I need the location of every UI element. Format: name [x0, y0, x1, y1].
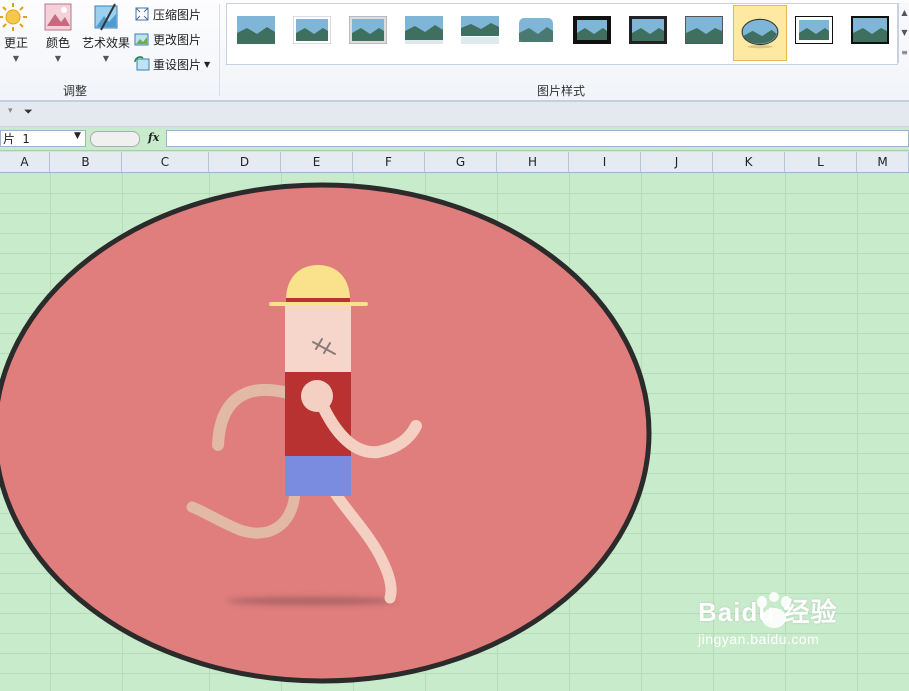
ribbon: 更正 ▼ 颜色 ▼ 艺术效果 ▼ 压缩图片 更改图片 重设图片 ▼ 调整 ▲ ▼… — [0, 0, 909, 102]
formula-bar: 片 1 ▼ fx — [0, 128, 909, 151]
artistic-effects-label: 艺术效果 — [81, 36, 130, 50]
chevron-down-icon: ▼ — [54, 54, 62, 63]
compress-icon — [135, 7, 149, 21]
landscape-thumb-icon — [461, 16, 499, 44]
landscape-thumb-icon — [795, 16, 833, 44]
column-header[interactable]: B — [50, 152, 122, 172]
picture-style-thumb-selected[interactable] — [733, 5, 787, 61]
picture-style-thumb[interactable] — [791, 10, 837, 50]
picture-style-thumb[interactable] — [513, 10, 559, 50]
adjust-group-label: 调整 — [62, 84, 87, 98]
artistic-effects-button[interactable]: 艺术效果 ▼ — [80, 2, 132, 63]
scroll-up-icon[interactable]: ▲ — [899, 3, 909, 23]
artistic-effects-icon — [94, 3, 118, 31]
landscape-thumb-icon — [519, 18, 553, 42]
compress-pictures-button[interactable]: 压缩图片 — [134, 3, 201, 25]
change-picture-icon — [134, 33, 149, 46]
picture-styles-gallery — [226, 3, 898, 65]
column-header[interactable]: D — [209, 152, 281, 172]
column-header[interactable]: K — [713, 152, 785, 172]
column-header[interactable]: J — [641, 152, 713, 172]
landscape-thumb-icon — [685, 16, 723, 44]
column-header[interactable]: C — [122, 152, 209, 172]
chevron-down-icon: ▼ — [204, 59, 211, 69]
corrections-button[interactable]: 更正 ▼ — [0, 2, 32, 63]
column-header[interactable]: A — [0, 152, 50, 172]
corrections-label: 更正 — [3, 36, 28, 50]
picture-style-thumb[interactable] — [625, 10, 671, 50]
formula-divider-icon — [90, 131, 140, 147]
landscape-thumb-icon — [349, 16, 387, 44]
column-header[interactable]: F — [353, 152, 425, 172]
picture-style-thumb[interactable] — [401, 10, 447, 50]
column-header[interactable]: G — [425, 152, 497, 172]
insert-function-button[interactable]: fx — [148, 131, 159, 144]
gallery-scrollbar[interactable]: ▲ ▼ ≡ — [898, 3, 909, 63]
landscape-thumb-icon — [405, 16, 443, 44]
sun-icon — [0, 3, 27, 31]
picture-style-thumb[interactable] — [569, 10, 615, 50]
picture-style-thumb[interactable] — [681, 10, 727, 50]
column-header[interactable]: E — [281, 152, 353, 172]
column-header[interactable]: H — [497, 152, 569, 172]
paw-logo-icon — [757, 592, 791, 628]
column-header[interactable]: M — [857, 152, 909, 172]
color-label: 颜色 — [45, 36, 70, 50]
color-icon — [44, 3, 72, 31]
scroll-down-icon[interactable]: ▼ — [899, 23, 909, 43]
change-picture-button[interactable]: 更改图片 — [134, 28, 201, 50]
picture-style-thumb[interactable] — [233, 10, 279, 50]
group-divider — [219, 4, 220, 96]
picture-style-thumb[interactable] — [289, 10, 335, 50]
undo-dropdown-icon[interactable]: ▾ — [8, 106, 13, 116]
change-picture-label: 更改图片 — [153, 32, 202, 47]
column-headers: A B C D E F G H I J K L M — [0, 152, 909, 173]
chevron-down-icon: ▼ — [102, 54, 110, 63]
landscape-thumb-icon — [237, 16, 275, 44]
column-header[interactable]: L — [785, 152, 857, 172]
quick-access-toolbar: ▾ ⏷ — [0, 102, 909, 127]
customize-toolbar-icon[interactable]: ⏷ — [24, 105, 33, 119]
formula-input[interactable] — [166, 130, 909, 147]
landscape-thumb-icon — [629, 16, 667, 44]
picture-styles-group-label: 图片样式 — [536, 84, 585, 98]
chevron-down-icon: ▼ — [12, 54, 20, 63]
reset-picture-icon — [134, 56, 150, 71]
picture-style-thumb[interactable] — [847, 10, 893, 50]
picture-style-thumb[interactable] — [457, 10, 503, 50]
reset-picture-button[interactable]: 重设图片 ▼ — [134, 53, 210, 75]
picture-style-thumb[interactable] — [345, 10, 391, 50]
landscape-thumb-icon — [851, 16, 889, 44]
chevron-down-icon[interactable]: ▼ — [74, 131, 81, 141]
reset-picture-label: 重设图片 — [153, 57, 202, 72]
gallery-more-icon[interactable]: ≡ — [899, 43, 909, 63]
color-button[interactable]: 颜色 ▼ — [40, 2, 76, 63]
compress-label: 压缩图片 — [153, 7, 202, 22]
watermark-url: jingyan.baidu.com — [698, 631, 820, 647]
column-header[interactable]: I — [569, 152, 641, 172]
landscape-thumb-icon — [573, 16, 611, 44]
oval-landscape-thumb-icon — [741, 18, 779, 49]
landscape-thumb-icon — [293, 16, 331, 44]
